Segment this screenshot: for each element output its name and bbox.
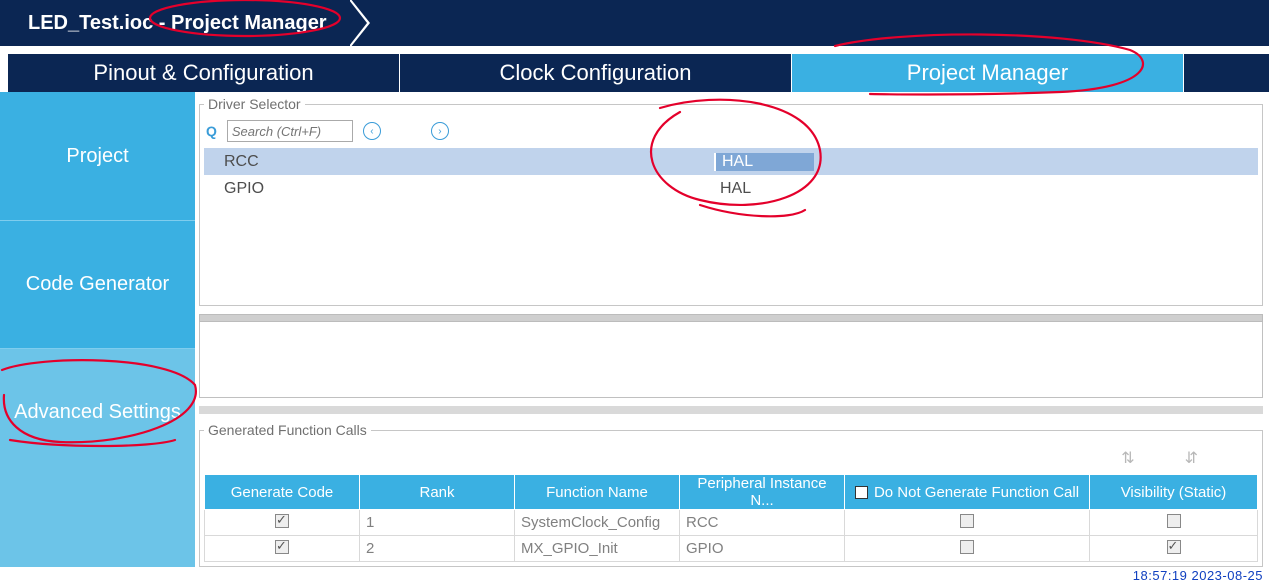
col-visibility-static[interactable]: Visibility (Static) (1090, 475, 1258, 510)
rank-cell: 2 (360, 536, 515, 562)
driver-list: RCC HAL GPIO HAL (204, 148, 1258, 202)
prev-match-button[interactable]: ‹ (363, 122, 381, 140)
sidebar-item-advanced-settings[interactable]: Advanced Settings (0, 348, 195, 476)
table-row[interactable]: 2 MX_GPIO_Init GPIO (205, 536, 1258, 562)
peripheral-cell: RCC (680, 510, 845, 536)
tab-empty (1184, 54, 1269, 92)
do-not-generate-checkbox[interactable] (960, 514, 974, 528)
search-icon[interactable]: Q (206, 123, 217, 139)
driver-name: RCC (204, 153, 714, 171)
tab-pinout-configuration[interactable]: Pinout & Configuration (8, 54, 400, 92)
driver-selector-legend: Driver Selector (204, 96, 305, 112)
visibility-checkbox[interactable] (1167, 540, 1181, 554)
generate-code-checkbox[interactable] (275, 514, 289, 528)
sidebar-fill (0, 476, 195, 567)
driver-row-gpio[interactable]: GPIO HAL (204, 175, 1258, 202)
detail-area (199, 322, 1263, 398)
col-function-name[interactable]: Function Name (515, 475, 680, 510)
col-do-not-generate[interactable]: Do Not Generate Function Call (845, 475, 1090, 510)
generate-code-checkbox[interactable] (275, 540, 289, 554)
rank-cell: 1 (360, 510, 515, 536)
table-row[interactable]: 1 SystemClock_Config RCC (205, 510, 1258, 536)
sort-desc-icon[interactable]: ⇵ (1185, 448, 1198, 468)
driver-selector-panel: Driver Selector Q ‹ › RCC HAL GPIO HAL (199, 96, 1263, 306)
checkbox-icon (855, 486, 868, 499)
timestamp: 18:57:19 2023-08-25 (1133, 568, 1263, 583)
do-not-generate-checkbox[interactable] (960, 540, 974, 554)
sidebar-item-project[interactable]: Project (0, 92, 195, 220)
generated-function-calls-panel: Generated Function Calls ⇅ ⇵ Generate Co… (199, 422, 1263, 567)
col-generate-code[interactable]: Generate Code (205, 475, 360, 510)
driver-name: GPIO (204, 180, 714, 198)
driver-row-rcc[interactable]: RCC HAL (204, 148, 1258, 175)
generated-calls-legend: Generated Function Calls (204, 422, 371, 438)
sidebar: Project Code Generator Advanced Settings (0, 92, 195, 567)
sort-asc-icon[interactable]: ⇅ (1121, 448, 1134, 468)
tab-project-manager[interactable]: Project Manager (792, 54, 1184, 92)
sidebar-item-code-generator[interactable]: Code Generator (0, 220, 195, 348)
col-rank[interactable]: Rank (360, 475, 515, 510)
next-match-button[interactable]: › (431, 122, 449, 140)
function-calls-table: Generate Code Rank Function Name Periphe… (204, 474, 1258, 562)
search-input[interactable] (227, 120, 353, 142)
driver-value[interactable]: HAL (714, 153, 814, 171)
tab-clock-configuration[interactable]: Clock Configuration (400, 54, 792, 92)
function-name-cell: MX_GPIO_Init (515, 536, 680, 562)
breadcrumb-title[interactable]: LED_Test.ioc - Project Manager (0, 0, 349, 46)
col-peripheral-instance[interactable]: Peripheral Instance N... (680, 475, 845, 510)
driver-value[interactable]: HAL (714, 180, 814, 198)
visibility-checkbox[interactable] (1167, 514, 1181, 528)
breadcrumb-bar: LED_Test.ioc - Project Manager (0, 0, 1269, 46)
top-tabs: Pinout & Configuration Clock Configurati… (0, 54, 1269, 92)
splitter-top[interactable] (199, 314, 1263, 322)
peripheral-cell: GPIO (680, 536, 845, 562)
function-name-cell: SystemClock_Config (515, 510, 680, 536)
splitter-bottom[interactable] (199, 406, 1263, 414)
